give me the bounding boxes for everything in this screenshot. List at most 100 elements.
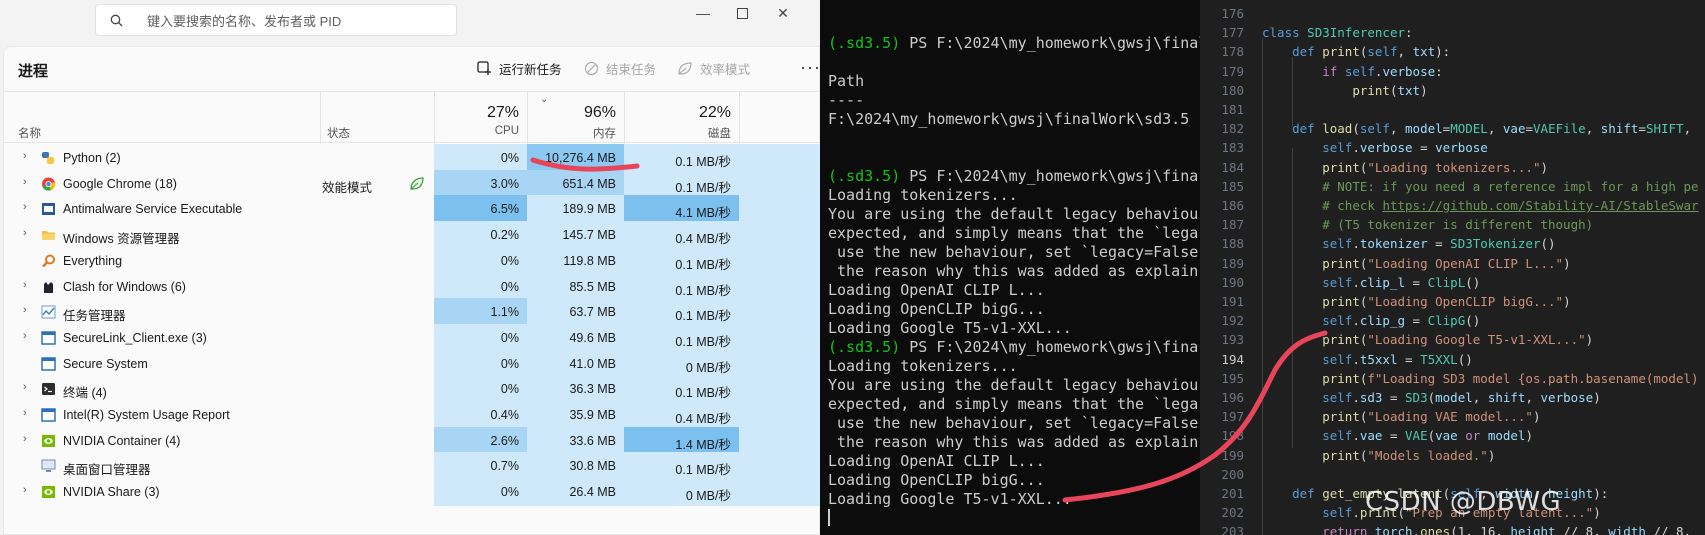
- maximize-icon[interactable]: [722, 2, 762, 24]
- terminal-line: F:\2024\my_homework\gwsj\finalWork\sd3.5: [828, 110, 1200, 129]
- chrome-icon: [41, 177, 56, 191]
- status-column-header[interactable]: 状态: [320, 92, 434, 144]
- disk-column-header[interactable]: 22% 磁盘: [624, 92, 739, 144]
- desktop-icon: [41, 459, 56, 473]
- window-icon: [41, 356, 56, 371]
- line-number: 199: [1221, 447, 1244, 463]
- memory-cell: 35.9 MB: [527, 401, 624, 429]
- code-line: self.vae = VAE(vae or model): [1322, 428, 1533, 444]
- terminal-text: ----: [828, 91, 865, 109]
- memory-cell: 33.6 MB: [527, 426, 624, 455]
- more-options-icon[interactable]: ···: [800, 57, 820, 78]
- disk-cell: 0.4 MB/秒: [624, 221, 739, 250]
- terminal-text: Loading Google T5-v1-XXL...: [828, 490, 1072, 508]
- chevron-right-icon[interactable]: ›: [23, 176, 27, 188]
- terminal-line: use the new behaviour, set `legacy=False: [828, 243, 1200, 262]
- line-number: 180: [1221, 82, 1244, 98]
- chevron-right-icon[interactable]: ›: [23, 407, 27, 419]
- process-row[interactable]: › Python (2) 0% 10,276.4 MB 0.1 MB/秒: [4, 144, 820, 172]
- code-editor[interactable]: 176 177 178 179 180 181 182 183 184 185 186 187 188 1…: [1200, 0, 1705, 535]
- process-name: Everything: [63, 253, 123, 268]
- process-row[interactable]: › 任务管理器 1.1% 63.7 MB 0.1 MB/秒: [4, 298, 820, 327]
- chevron-right-icon[interactable]: ›: [23, 279, 27, 291]
- cpu-cell: 0%: [434, 349, 527, 378]
- chevron-right-icon[interactable]: ›: [23, 227, 27, 239]
- efficiency-leaf-icon: [410, 177, 424, 193]
- terminal-line: Loading Google T5-v1-XXL...: [828, 490, 1200, 509]
- terminal-line: expected, and simply means that the `leg…: [828, 395, 1200, 414]
- disk-cell: 0.4 MB/秒: [624, 401, 739, 429]
- process-row[interactable]: › Windows 资源管理器 0.2% 145.7 MB 0.4 MB/秒: [4, 221, 820, 250]
- line-number: 194: [1221, 351, 1244, 367]
- network-cell: [739, 426, 820, 455]
- memory-cell: 49.6 MB: [527, 323, 624, 352]
- code-line: print(f"Loading SD3 model {os.path.basen…: [1322, 370, 1699, 386]
- process-row[interactable]: › NVIDIA Share (3) 0% 26.4 MB 0 MB/秒: [4, 478, 820, 507]
- network-cell: [739, 452, 820, 481]
- process-row[interactable]: › Clash for Windows (6) 0% 85.5 MB 0.1 MB/秒: [4, 272, 820, 301]
- code-line: return torch.ones(1, 16, height // 8, wi…: [1322, 524, 1692, 535]
- minimize-icon[interactable]: —: [683, 2, 723, 24]
- process-row[interactable]: 桌面窗口管理器 0.7% 30.8 MB 0.1 MB/秒: [4, 452, 820, 481]
- terminal-line: (.sd3.5) PS F:\2024\my_homework\gwsj\fin…: [828, 34, 1200, 53]
- code-line: # (T5 tokenizer is different though): [1322, 217, 1594, 233]
- process-row[interactable]: › Intel(R) System Usage Report 0.4% 35.9 MB…: [4, 401, 820, 429]
- line-number: 198: [1221, 428, 1244, 444]
- search-icon: [110, 14, 123, 26]
- leaf-icon: [678, 62, 692, 75]
- line-number: 203: [1221, 524, 1244, 535]
- window-icon: [41, 408, 56, 422]
- chevron-right-icon[interactable]: ›: [23, 201, 27, 213]
- process-name: Google Chrome (18): [63, 176, 177, 191]
- disk-cell: 0.1 MB/秒: [624, 298, 739, 327]
- process-name: 桌面窗口管理器: [63, 463, 151, 478]
- efficiency-mode-label: 效率模式: [700, 63, 751, 77]
- network-column-header[interactable]: [739, 92, 820, 144]
- terminal-text: PS F:\2024\my_homework\gwsj\fina: [900, 167, 1199, 185]
- process-name: 任务管理器: [63, 309, 126, 324]
- memory-column-header[interactable]: ⌄ 96% 内存: [527, 92, 624, 144]
- line-number: 192: [1221, 313, 1244, 329]
- line-number: 200: [1221, 466, 1244, 482]
- network-cell: [739, 246, 820, 275]
- efficiency-mode-button[interactable]: 效率模式: [677, 59, 750, 78]
- close-icon[interactable]: ✕: [763, 2, 803, 24]
- process-row[interactable]: › SecureLink_Client.exe (3) 0% 49.6 MB 0.1 M…: [4, 323, 820, 352]
- terminal-line: You are using the default legacy behavio…: [828, 205, 1200, 224]
- process-row[interactable]: Secure System 0% 41.0 MB 0 MB/秒: [4, 349, 820, 378]
- name-column-header[interactable]: 名称: [4, 92, 320, 144]
- cpu-column-header[interactable]: 27% CPU: [434, 92, 527, 144]
- window-icon: [41, 331, 56, 345]
- line-number: 176: [1221, 6, 1244, 21]
- terminal-text: the reason why this was added as explain: [828, 262, 1199, 280]
- chevron-right-icon[interactable]: ›: [23, 330, 27, 342]
- code-line: if self.verbose:: [1322, 63, 1443, 79]
- end-task-button[interactable]: 结束任务: [584, 59, 656, 78]
- process-row[interactable]: › NVIDIA Container (4) 2.6% 33.6 MB 1.4 MB/秒: [4, 426, 820, 455]
- chart-icon: [41, 305, 56, 319]
- terminal-text: Loading tokenizers...: [828, 357, 1018, 375]
- process-row[interactable]: › Antimalware Service Executable 6.5% 189.9…: [4, 195, 820, 224]
- chevron-right-icon[interactable]: ›: [23, 433, 27, 445]
- chevron-right-icon[interactable]: ›: [23, 150, 27, 162]
- process-row[interactable]: Everything 0% 119.8 MB 0.1 MB/秒: [4, 246, 820, 275]
- chevron-right-icon[interactable]: ›: [23, 381, 27, 393]
- chevron-right-icon[interactable]: ›: [23, 304, 27, 316]
- memory-cell: 30.8 MB: [527, 452, 624, 481]
- search-placeholder: 键入要搜索的名称、发布者或 PID: [147, 13, 342, 29]
- search-box[interactable]: 键入要搜索的名称、发布者或 PID: [95, 4, 457, 36]
- process-row[interactable]: › 终端 (4) 0% 36.3 MB 0.1 MB/秒: [4, 375, 820, 404]
- shield-icon: [41, 202, 56, 216]
- process-row[interactable]: › Google Chrome (18) 效能模式 3.0% 651.4 MB 0.1 M…: [4, 169, 820, 198]
- memory-cell: 36.3 MB: [527, 375, 624, 404]
- run-new-task-button[interactable]: 运行新任务: [477, 59, 562, 78]
- terminal-window[interactable]: (.sd3.5) PS F:\2024\my_homework\gwsj\fin…: [820, 0, 1200, 535]
- disk-cell: 0.1 MB/秒: [624, 452, 739, 481]
- processes-panel: 进程 运行新任务 结束任务 效率模式 ··· 名称 状态 27% CPU ⌄ 9…: [3, 46, 820, 535]
- process-name: Python (2): [63, 151, 121, 165]
- terminal-text: PS F:\2024\my_homework\gwsj\final: [900, 34, 1200, 52]
- terminal-line: (.sd3.5) PS F:\2024\my_homework\gwsj\fin…: [828, 167, 1200, 186]
- chevron-right-icon[interactable]: ›: [23, 484, 27, 496]
- network-cell: [739, 221, 820, 250]
